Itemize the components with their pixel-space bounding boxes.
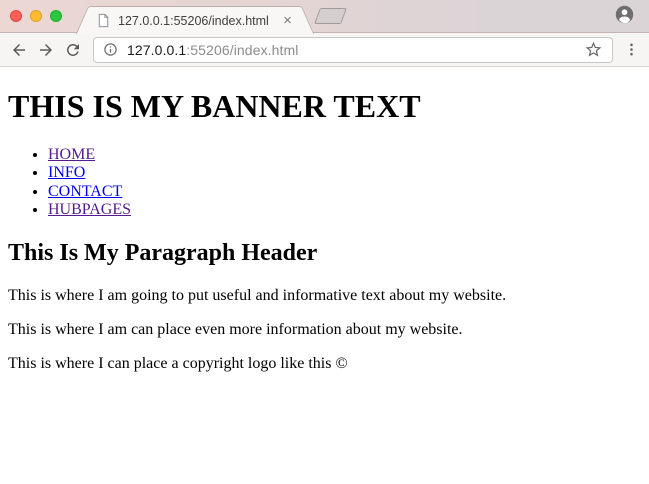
nav-link-list: HOME INFO CONTACT HUBPAGES bbox=[8, 146, 641, 220]
paragraph: This is where I am can place even more i… bbox=[8, 321, 641, 339]
new-tab-button[interactable] bbox=[314, 8, 347, 24]
document-icon bbox=[96, 13, 111, 28]
window-zoom-button[interactable] bbox=[50, 10, 62, 22]
paragraph: This is where I am going to put useful a… bbox=[8, 287, 641, 305]
nav-link-home[interactable]: HOME bbox=[48, 146, 95, 163]
three-dot-menu-icon bbox=[623, 41, 640, 58]
site-info-icon[interactable] bbox=[103, 42, 118, 57]
list-item: HUBPAGES bbox=[48, 201, 641, 219]
reload-icon bbox=[64, 41, 82, 59]
browser-tab[interactable]: 127.0.0.1:55206/index.html × bbox=[92, 6, 298, 34]
tab-strip: 127.0.0.1:55206/index.html × bbox=[0, 0, 649, 33]
nav-link-info[interactable]: INFO bbox=[48, 164, 85, 181]
section-heading: This Is My Paragraph Header bbox=[8, 240, 641, 267]
paragraph: This is where I can place a copyright lo… bbox=[8, 355, 641, 373]
arrow-left-icon bbox=[10, 41, 28, 59]
nav-link-hubpages[interactable]: HUBPAGES bbox=[48, 201, 131, 218]
list-item: CONTACT bbox=[48, 183, 641, 201]
person-icon[interactable] bbox=[615, 5, 634, 24]
tab-close-icon[interactable]: × bbox=[279, 13, 296, 28]
web-page-content: THIS IS MY BANNER TEXT HOME INFO CONTACT… bbox=[0, 67, 649, 484]
reload-button[interactable] bbox=[59, 36, 86, 63]
tab-title: 127.0.0.1:55206/index.html bbox=[118, 14, 279, 28]
url-host: 127.0.0.1 bbox=[127, 42, 186, 58]
navigation-toolbar: 127.0.0.1:55206/index.html bbox=[0, 33, 649, 67]
forward-button[interactable] bbox=[32, 36, 59, 63]
window-controls bbox=[10, 10, 62, 22]
back-button[interactable] bbox=[5, 36, 32, 63]
bookmark-star-icon[interactable] bbox=[584, 40, 603, 59]
browser-window: 127.0.0.1:55206/index.html × bbox=[0, 0, 649, 484]
nav-link-contact[interactable]: CONTACT bbox=[48, 183, 122, 200]
window-close-button[interactable] bbox=[10, 10, 22, 22]
arrow-right-icon bbox=[37, 41, 55, 59]
url-text: 127.0.0.1:55206/index.html bbox=[127, 42, 299, 58]
url-path: :55206/index.html bbox=[186, 42, 298, 58]
list-item: INFO bbox=[48, 164, 641, 182]
banner-heading: THIS IS MY BANNER TEXT bbox=[8, 88, 641, 125]
browser-menu-button[interactable] bbox=[620, 36, 642, 63]
list-item: HOME bbox=[48, 146, 641, 164]
address-bar[interactable]: 127.0.0.1:55206/index.html bbox=[93, 37, 613, 63]
window-minimize-button[interactable] bbox=[30, 10, 42, 22]
